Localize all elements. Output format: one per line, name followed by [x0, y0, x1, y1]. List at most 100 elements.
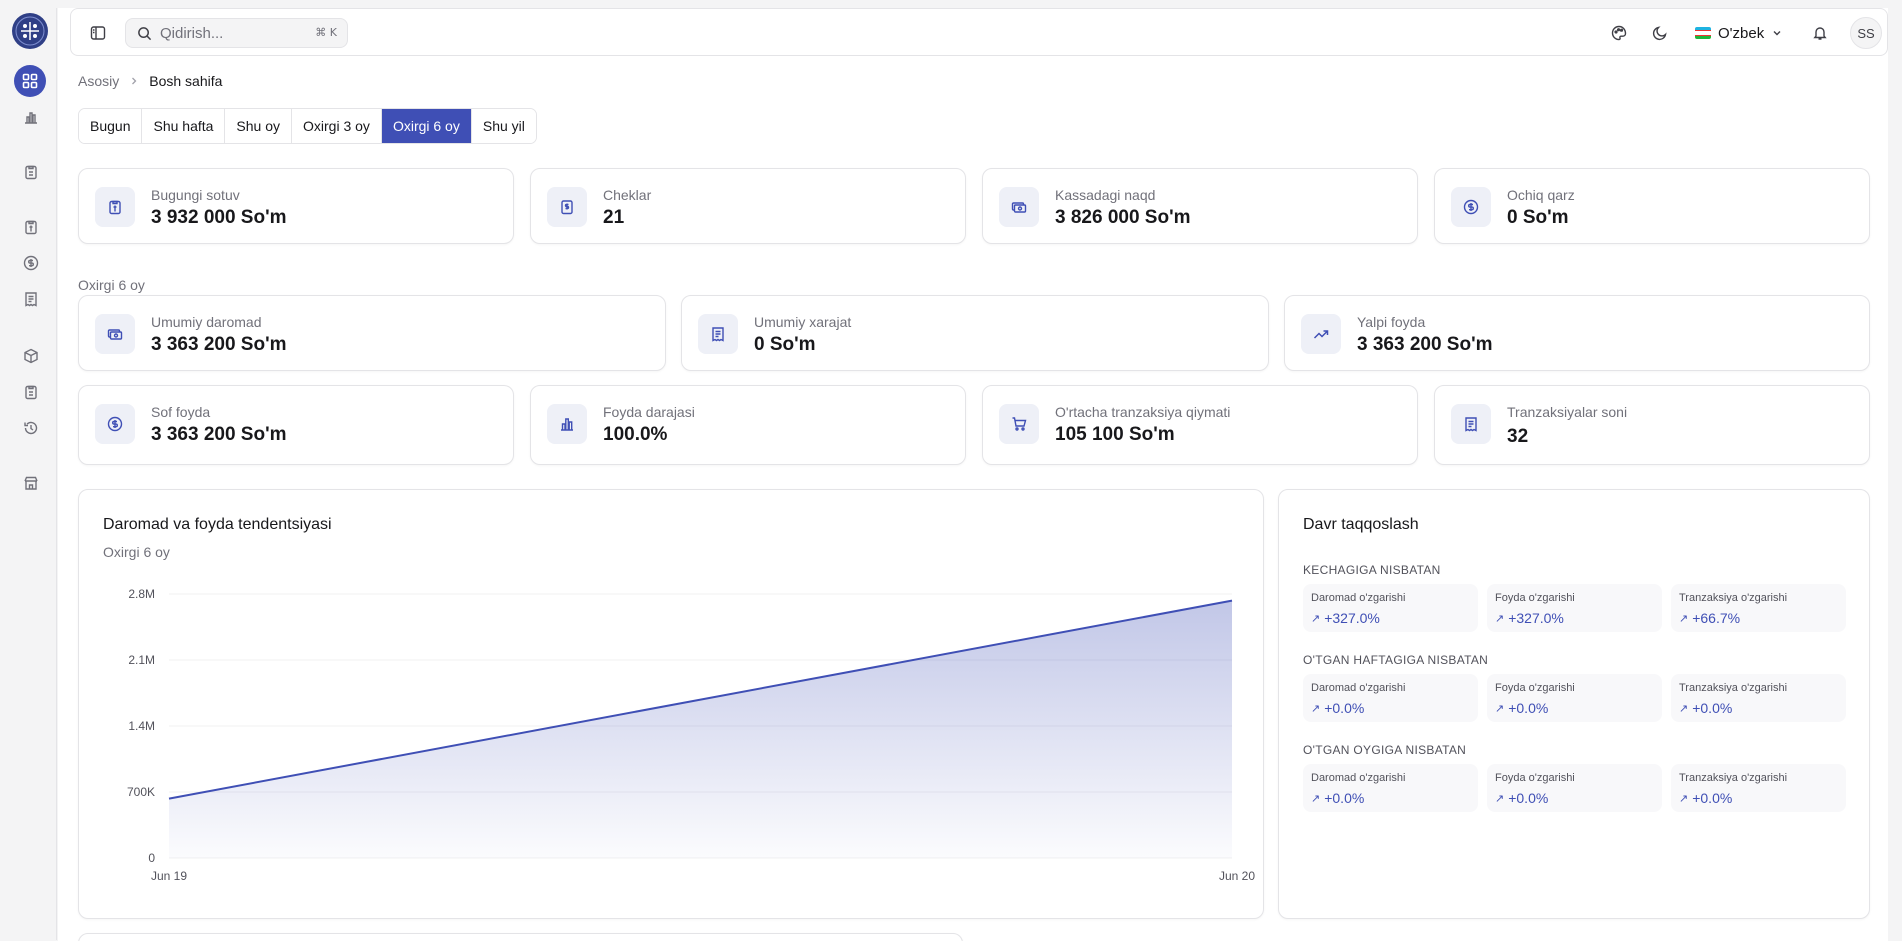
comparison-metric: Foyda o'zgarishi ↗ +0.0%	[1487, 674, 1662, 722]
stat-card-gross-profit: Yalpi foyda 3 363 200 So'm	[1284, 295, 1870, 371]
dollar-circle-icon	[95, 404, 135, 444]
dark-mode-button[interactable]	[1649, 22, 1671, 44]
bell-icon	[1813, 27, 1827, 40]
dollar-circle-icon	[1451, 187, 1491, 227]
stat-card-transaction-count: Tranzaksiyalar soni 32	[1434, 385, 1870, 465]
sidebar-item-history[interactable]	[20, 417, 42, 439]
cash-icon	[999, 187, 1039, 227]
sidebar-item-reports[interactable]	[20, 106, 42, 128]
stat-card-open-debt: Ochiq qarz 0 So'm	[1434, 168, 1870, 244]
document-icon	[25, 292, 37, 307]
clipboard-list-icon	[25, 385, 37, 400]
tab-last-3-months[interactable]: Oxirgi 3 oy	[292, 109, 382, 143]
metric-value: +327.0%	[1508, 610, 1564, 626]
period-comparison-card: Davr taqqoslash KECHAGIGA NISBATAN Darom…	[1278, 489, 1870, 919]
x-tick-label: Jun 19	[151, 869, 187, 883]
receipt-icon	[95, 187, 135, 227]
moon-icon	[1652, 26, 1667, 41]
stat-value: 21	[603, 207, 625, 228]
language-label: O'zbek	[1718, 24, 1765, 42]
cash-icon	[95, 314, 135, 354]
stat-card-net-profit: Sof foyda 3 363 200 So'm	[78, 385, 514, 465]
arrow-up-right-icon: ↗	[1495, 792, 1505, 805]
stat-card-receipts: Cheklar 21	[530, 168, 966, 244]
stat-label: Foyda darajasi	[603, 404, 695, 420]
y-tick-label: 0	[148, 851, 155, 865]
stat-value: 0 So'm	[754, 334, 816, 355]
arrow-up-right-icon: ↗	[1311, 612, 1321, 625]
stat-label: Bugungi sotuv	[151, 187, 240, 203]
sidebar-item-inventory[interactable]	[20, 381, 42, 403]
comparison-group-label: KECHAGIGA NISBATAN	[1303, 563, 1441, 577]
period-tabs: Bugun Shu hafta Shu oy Oxirgi 3 oy Oxirg…	[78, 108, 537, 144]
language-select[interactable]: O'zbek	[1689, 18, 1789, 48]
tab-last-6-months[interactable]: Oxirgi 6 oy	[381, 109, 472, 143]
stat-value: 0 So'm	[1507, 207, 1569, 228]
stat-card-total-revenue: Umumiy daromad 3 363 200 So'm	[78, 295, 666, 371]
stat-label: Ochiq qarz	[1507, 187, 1575, 203]
tab-this-year[interactable]: Shu yil	[471, 109, 536, 143]
search-icon	[138, 26, 152, 40]
trend-chart-card: Daromad va foyda tendentsiyasi Oxirgi 6 …	[78, 489, 1264, 919]
stat-value: 105 100 So'm	[1055, 424, 1175, 445]
trending-up-icon	[1301, 314, 1341, 354]
tab-today[interactable]: Bugun	[79, 109, 143, 143]
comparison-metric: Foyda o'zgarishi ↗ +0.0%	[1487, 764, 1662, 812]
y-tick-label: 2.1M	[128, 653, 155, 667]
search-box[interactable]: ⌘ K	[125, 18, 348, 48]
stat-label: Umumiy daromad	[151, 314, 262, 330]
comparison-metric: Daromad o'zgarishi ↗ +0.0%	[1303, 764, 1478, 812]
metric-label: Daromad o'zgarishi	[1311, 682, 1406, 694]
palette-icon	[1611, 25, 1627, 41]
metric-label: Foyda o'zgarishi	[1495, 772, 1575, 784]
topbar: ⌘ K O'zbek SS	[70, 8, 1888, 56]
sidebar-item-receipts[interactable]	[20, 216, 42, 238]
metric-value: +0.0%	[1692, 700, 1733, 716]
store-icon	[24, 476, 38, 490]
arrow-up-right-icon: ↗	[1679, 702, 1689, 715]
metric-label: Foyda o'zgarishi	[1495, 682, 1575, 694]
arrow-up-right-icon: ↗	[1311, 792, 1321, 805]
sidebar-item-debts[interactable]	[20, 252, 42, 274]
metric-label: Daromad o'zgarishi	[1311, 772, 1406, 784]
comparison-metric: Tranzaksiya o'zgarishi ↗ +0.0%	[1671, 764, 1846, 812]
stat-card-total-expense: Umumiy xarajat 0 So'm	[681, 295, 1269, 371]
user-avatar[interactable]: SS	[1850, 17, 1882, 49]
metric-label: Tranzaksiya o'zgarishi	[1679, 682, 1788, 694]
stat-label: Yalpi foyda	[1357, 314, 1426, 330]
metric-value: +0.0%	[1324, 790, 1365, 806]
metric-label: Tranzaksiya o'zgarishi	[1679, 772, 1788, 784]
chevron-right-icon	[132, 77, 137, 85]
metric-label: Tranzaksiya o'zgarishi	[1679, 592, 1788, 604]
receipt-icon	[25, 220, 37, 235]
sidebar-toggle-button[interactable]	[87, 22, 109, 44]
stat-card-cash: Kassadagi naqd 3 826 000 So'm	[982, 168, 1418, 244]
app-logo[interactable]	[12, 13, 48, 49]
sidebar-item-store[interactable]	[20, 472, 42, 494]
comparison-metric: Foyda o'zgarishi ↗ +327.0%	[1487, 584, 1662, 632]
tab-this-month[interactable]: Shu oy	[225, 109, 293, 143]
breadcrumb-parent[interactable]: Asosiy	[78, 73, 119, 89]
stat-value: 3 932 000 So'm	[151, 207, 287, 228]
stat-label: O'rtacha tranzaksiya qiymati	[1055, 404, 1231, 420]
series-area	[169, 600, 1232, 858]
uzbek-flag-icon	[1695, 27, 1711, 39]
breadcrumb-current: Bosh sahifa	[149, 73, 223, 89]
notifications-button[interactable]	[1809, 22, 1831, 44]
metric-value: +66.7%	[1692, 610, 1741, 626]
stat-value: 3 363 200 So'm	[1357, 334, 1493, 355]
sidebar-item-expenses[interactable]	[20, 288, 42, 310]
breadcrumb: Asosiy Bosh sahifa	[78, 73, 222, 89]
metric-value: +0.0%	[1324, 700, 1365, 716]
theme-palette-button[interactable]	[1608, 22, 1630, 44]
arrow-up-right-icon: ↗	[1495, 702, 1505, 715]
metric-label: Foyda o'zgarishi	[1495, 592, 1575, 604]
sidebar-item-sales[interactable]	[20, 161, 42, 183]
sidebar-item-products[interactable]	[20, 345, 42, 367]
comparison-metric: Daromad o'zgarishi ↗ +327.0%	[1303, 584, 1478, 632]
sidebar-item-dashboard[interactable]	[14, 65, 46, 97]
stat-card-today-sales: Bugungi sotuv 3 932 000 So'm	[78, 168, 514, 244]
tab-this-week[interactable]: Shu hafta	[142, 109, 226, 143]
search-input[interactable]	[160, 24, 300, 42]
stat-label: Sof foyda	[151, 404, 211, 420]
